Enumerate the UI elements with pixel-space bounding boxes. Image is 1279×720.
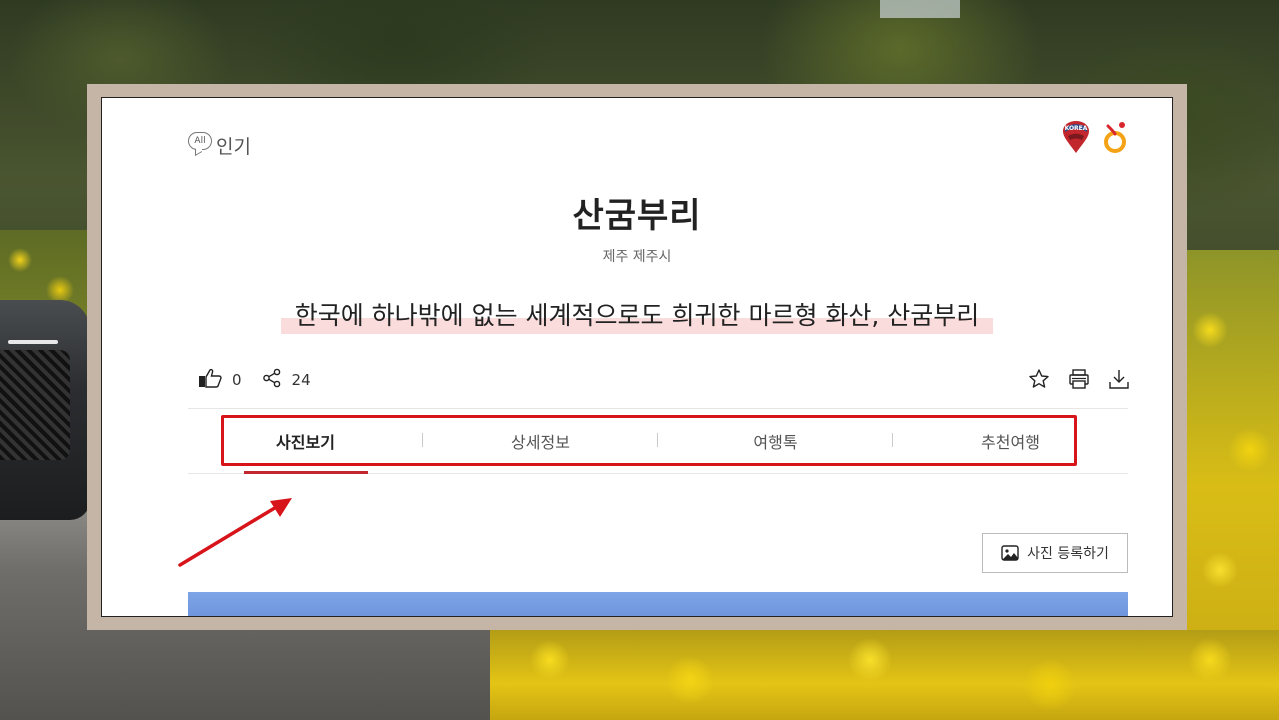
download-icon (1109, 370, 1129, 389)
print-icon (1069, 369, 1089, 389)
korea-logo-icon: KOREA (1062, 120, 1090, 158)
svg-text:KOREA: KOREA (1065, 125, 1088, 132)
tab-details[interactable]: 상세정보 (423, 409, 658, 473)
tagline-wrapper: 한국에 하나밖에 없는 세계적으로도 희귀한 마르형 화산, 산굼부리 (102, 296, 1172, 334)
download-button[interactable] (1108, 368, 1130, 390)
favorite-button[interactable] (1028, 368, 1050, 390)
tab-label: 추천여행 (981, 433, 1040, 452)
tab-recommended-trips[interactable]: 추천여행 (893, 409, 1128, 473)
tab-label: 여행톡 (753, 433, 798, 452)
image-icon (1001, 545, 1019, 561)
travel-logo-icon (1102, 120, 1130, 158)
background-car (0, 300, 90, 520)
page-title: 산굼부리 (572, 196, 702, 236)
all-bubble-icon: All (188, 131, 212, 150)
tagline: 한국에 하나밖에 없는 세계적으로도 희귀한 마르형 화산, 산굼부리 (280, 296, 994, 334)
print-button[interactable] (1068, 368, 1090, 390)
share-button[interactable]: 24 (262, 368, 311, 392)
tab-photos[interactable]: 사진보기 (188, 409, 423, 474)
page-panel: All 인기 KOREA 산굼부리 제주 제주시 한국에 하나밖에 없는 세계적… (101, 97, 1173, 617)
location-text: 제주 제주시 (602, 249, 672, 265)
annotation-arrow-icon (178, 498, 292, 567)
tab-label: 사진보기 (276, 433, 335, 452)
action-icons (1028, 368, 1130, 390)
partner-logos: KOREA (1062, 120, 1130, 158)
tabs: 사진보기 상세정보 여행톡 추천여행 (188, 409, 1128, 474)
stats-row: 0 24 (198, 368, 331, 392)
like-button[interactable]: 0 (198, 368, 242, 392)
all-badge-label: All (194, 135, 206, 146)
star-icon (1029, 369, 1049, 388)
popular-badge[interactable]: All 인기 (188, 122, 251, 159)
tab-travel-talk[interactable]: 여행톡 (658, 409, 893, 473)
background-sky (880, 0, 960, 18)
popular-label: 인기 (216, 136, 251, 158)
share-icon (262, 368, 282, 392)
tab-bar: 사진보기 상세정보 여행톡 추천여행 (188, 408, 1128, 474)
active-tab-underline (244, 471, 368, 474)
background-flowers-bottom (490, 630, 1279, 720)
screenshot-frame: All 인기 KOREA 산굼부리 제주 제주시 한국에 하나밖에 없는 세계적… (87, 84, 1187, 630)
register-photo-button[interactable]: 사진 등록하기 (982, 533, 1128, 573)
like-count: 0 (232, 371, 242, 389)
like-icon (198, 368, 222, 392)
tab-label: 상세정보 (511, 433, 570, 452)
share-count: 24 (291, 371, 311, 389)
register-photo-label: 사진 등록하기 (1027, 546, 1109, 562)
photo-preview[interactable] (188, 592, 1128, 616)
